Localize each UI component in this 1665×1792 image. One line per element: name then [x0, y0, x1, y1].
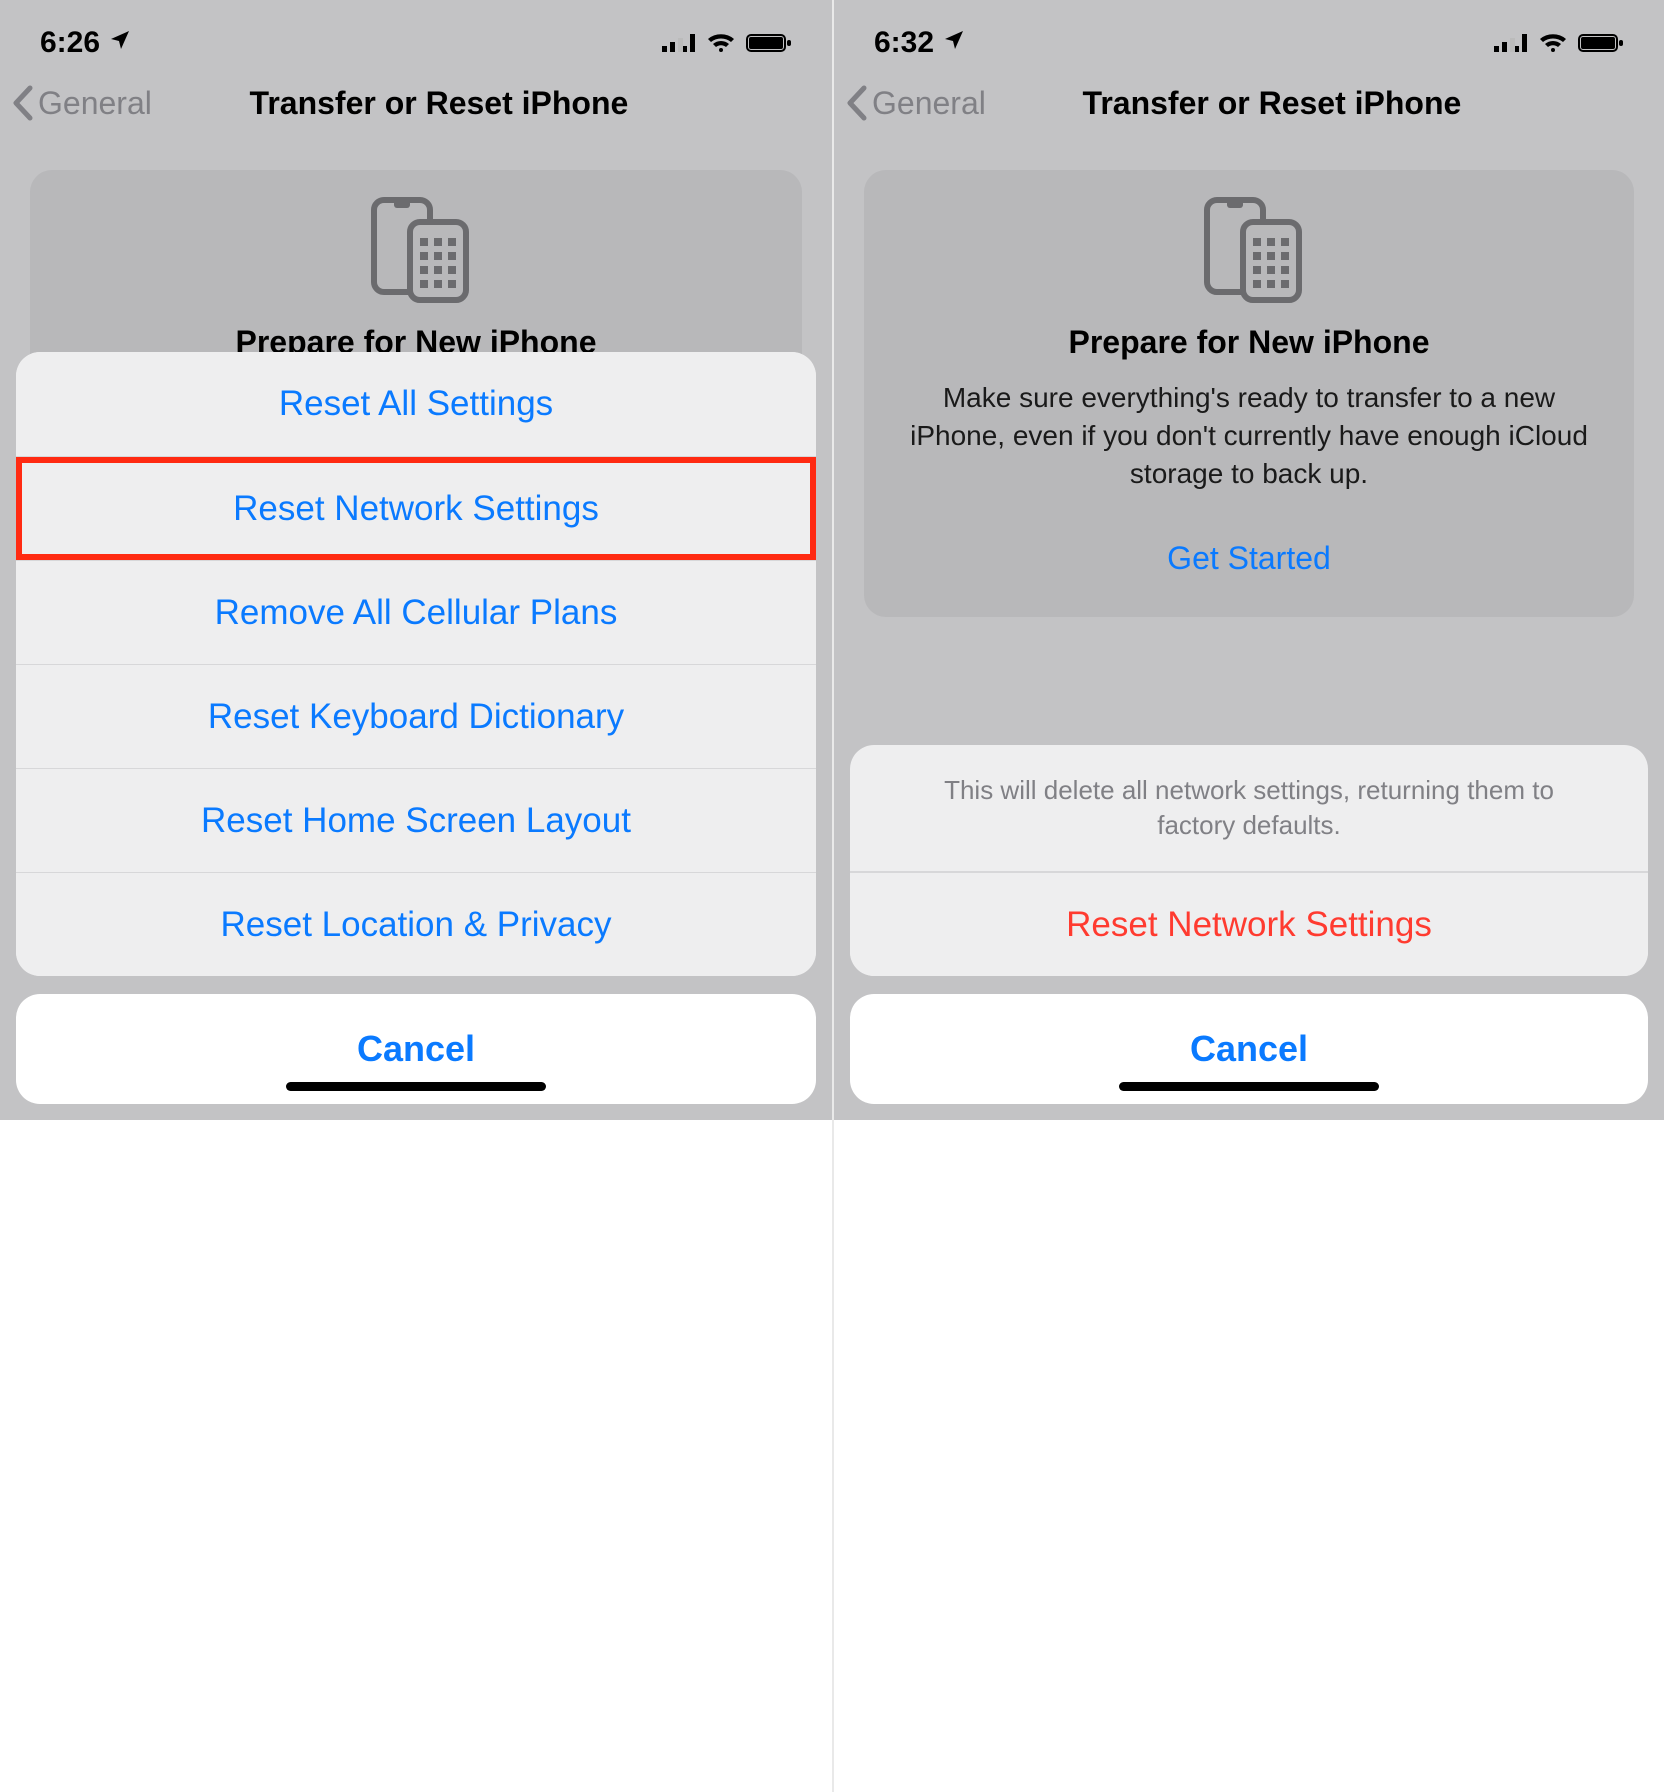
screen: 6:26: [0, 0, 832, 1120]
chevron-left-icon: [10, 84, 36, 122]
location-icon: [108, 26, 132, 60]
page-title: Transfer or Reset iPhone: [56, 85, 822, 122]
home-indicator[interactable]: [16, 1064, 816, 1104]
clock: 6:26: [40, 26, 100, 60]
sheet-options: This will delete all network settings, r…: [850, 745, 1648, 976]
home-indicator[interactable]: [850, 1064, 1648, 1104]
chevron-left-icon: [844, 84, 870, 122]
status-left: 6:26: [40, 26, 132, 60]
cellular-icon: [1494, 32, 1528, 54]
status-left: 6:32: [874, 26, 966, 60]
page-title: Transfer or Reset iPhone: [890, 85, 1654, 122]
screen: 6:32: [834, 0, 1664, 1120]
transfer-devices-icon: [70, 194, 762, 306]
battery-icon: [1578, 32, 1624, 54]
wifi-icon: [706, 32, 736, 54]
reset-all-settings[interactable]: Reset All Settings: [16, 352, 816, 456]
below-fold: [0, 1120, 832, 1792]
prepare-card: Prepare for New iPhone Make sure everyth…: [864, 170, 1634, 617]
status-right: [1494, 32, 1624, 54]
card-body: Make sure everything's ready to transfer…: [904, 379, 1594, 492]
below-fold: [834, 1120, 1664, 1792]
status-bar: 6:26: [0, 0, 832, 66]
card-heading: Prepare for New iPhone: [904, 324, 1594, 361]
get-started-link[interactable]: Get Started: [904, 540, 1594, 577]
reset-action-sheet: Reset All Settings Reset Network Setting…: [16, 352, 816, 1104]
remove-all-cellular-plans[interactable]: Remove All Cellular Plans: [16, 560, 816, 664]
reset-network-settings[interactable]: Reset Network Settings: [16, 456, 816, 560]
reset-keyboard-dictionary[interactable]: Reset Keyboard Dictionary: [16, 664, 816, 768]
clock: 6:32: [874, 26, 934, 60]
wifi-icon: [1538, 32, 1568, 54]
nav-bar: General Transfer or Reset iPhone: [0, 66, 832, 138]
sheet-options: Reset All Settings Reset Network Setting…: [16, 352, 816, 976]
status-bar: 6:32: [834, 0, 1664, 66]
confirm-reset-network-settings[interactable]: Reset Network Settings: [850, 872, 1648, 976]
status-right: [662, 32, 792, 54]
cellular-icon: [662, 32, 696, 54]
screenshot-right: 6:32: [832, 0, 1664, 1792]
confirm-action-sheet: This will delete all network settings, r…: [850, 745, 1648, 1104]
screenshot-left: 6:26: [0, 0, 832, 1792]
nav-bar: General Transfer or Reset iPhone: [834, 66, 1664, 138]
battery-icon: [746, 32, 792, 54]
reset-location-privacy[interactable]: Reset Location & Privacy: [16, 872, 816, 976]
location-icon: [942, 26, 966, 60]
transfer-devices-icon: [904, 194, 1594, 306]
sheet-message: This will delete all network settings, r…: [850, 745, 1648, 872]
reset-home-screen-layout[interactable]: Reset Home Screen Layout: [16, 768, 816, 872]
